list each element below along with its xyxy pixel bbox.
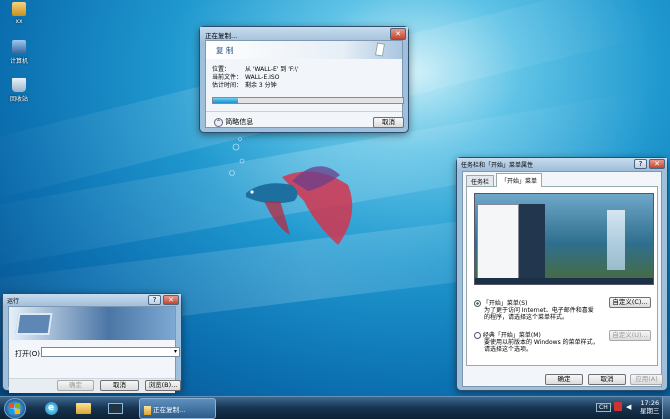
tab-label: 「开始」菜单 [501,178,538,185]
radio-classic-menu[interactable] [474,332,481,339]
preview-start-menu-left [477,204,519,282]
info-row-time: 估计时间： 剩余 3 分钟 [212,82,299,90]
info-value: 剩余 3 分钟 [245,82,277,89]
progress-fill [213,98,238,103]
ok-button[interactable]: 确定 [545,374,583,385]
info-label: 估计时间： [212,82,243,89]
customize-classic-button[interactable]: 自定义(U)... [609,330,651,341]
option-description: 的程序，请选择这个菜单样式。 [484,314,569,321]
option-description: 为了更于访问 Internet、电子邮件和喜爱 [484,307,594,314]
help-button[interactable]: ? [148,295,161,305]
user-folder-icon [12,2,26,16]
info-value: 从 'WALL-E' 到 'F:\' [245,66,299,73]
document-icon [374,42,386,57]
taskbar: e 正在复制... CH ◀ 17:26 星期三 [0,396,670,419]
folder-icon [75,403,91,414]
windows-logo-icon [9,403,20,414]
security-flag-icon[interactable] [614,402,622,411]
taskbar-properties-dialog: 任务栏和「开始」菜单属性 ? ✕ 任务栏 「开始」菜单 「开始」菜单(S) 为了… [456,157,668,391]
language-indicator[interactable]: CH [596,403,611,412]
apply-button[interactable]: 应用(A) [630,374,663,385]
browse-button[interactable]: 浏览(B)... [145,380,181,391]
taskbar-media[interactable] [102,399,128,418]
tab-start-menu[interactable]: 「开始」菜单 [496,173,543,187]
details-toggle[interactable]: ⌃ 简略信息 [214,117,253,127]
clock-day: 星期三 [640,407,660,415]
volume-icon[interactable]: ◀ [626,403,631,411]
info-label: 位置： [212,66,231,73]
start-menu-preview [474,193,654,285]
close-button[interactable]: ✕ [649,159,665,169]
copy-info: 位置： 从 'WALL-E' 到 'F:\' 当前文件： WALL-E.ISO 估计… [212,66,299,90]
copy-dialog-body: 复 制 位置： 从 'WALL-E' 到 'F:\' 当前文件： WALL-E.IS… [205,40,404,128]
desktop-icon-computer[interactable]: 计算机 [6,40,32,65]
desktop-icon-user[interactable]: xx [6,2,32,25]
cancel-button[interactable]: 取消 [100,380,139,391]
desktop-icon-label: 计算机 [9,58,28,65]
media-window-icon [107,403,123,414]
betta-fish-wallpaper [229,137,353,245]
cancel-button[interactable]: 取消 [588,374,626,385]
taskbar-task-copying[interactable]: 正在复制... [139,398,216,419]
copy-progress-bar [212,97,404,104]
properties-titlebar[interactable]: 任务栏和「开始」菜单属性 ? ✕ [457,158,667,171]
info-row-file: 当前文件： WALL-E.ISO [212,74,299,82]
tab-taskbar[interactable]: 任务栏 [466,175,495,186]
divider [206,111,402,112]
info-label: 当前文件： [212,74,243,81]
option-label[interactable]: 「开始」菜单(S) [483,300,528,307]
ok-button[interactable]: 确定 [57,380,94,391]
internet-explorer-icon: e [44,402,58,415]
run-dialog: 运行 ? ✕ 打开(O)： ▾ 确定 取消 浏览(B)... [2,293,182,393]
window-title: 任务栏和「开始」菜单属性 [461,162,534,169]
run-dialog-body: 打开(O)： ▾ 确定 取消 浏览(B)... [8,306,181,393]
chevron-down-icon[interactable]: ▾ [174,348,177,355]
desktop-icon-recycle[interactable]: 回收站 [6,78,32,103]
task-label: 正在复制... [153,406,186,414]
info-row-location: 位置： 从 'WALL-E' 到 'F:\' [212,66,299,74]
run-banner [9,307,175,340]
cancel-copy-button[interactable]: 取消 [373,117,404,128]
chevron-up-icon: ⌃ [214,118,223,127]
window-title: 正在复制... [205,32,238,40]
help-button[interactable]: ? [634,159,647,169]
recycle-bin-icon [12,78,26,92]
taskbar-explorer[interactable] [70,399,96,418]
info-value: WALL-E.ISO [245,74,280,81]
open-combobox[interactable]: ▾ [41,347,180,357]
properties-body: 任务栏 「开始」菜单 「开始」菜单(S) 为了更于访问 Internet、电子邮… [462,171,663,387]
desktop-icon-label: xx [15,18,23,25]
option-description: 请选择这个选项。 [484,346,533,353]
option-label[interactable]: 经典「开始」菜单(M) [483,332,541,339]
show-desktop-button[interactable] [662,397,670,419]
clock[interactable]: 17:26 星期三 [640,399,660,415]
run-window-icon [15,313,53,335]
tab-label: 任务栏 [471,179,490,186]
copy-dialog: 正在复制... ✕ 复 制 位置： 从 'WALL-E' 到 'F:\' 当前文件… [199,26,409,133]
close-button[interactable]: ✕ [163,295,179,305]
close-button[interactable]: ✕ [390,28,406,40]
desktop-icon-label: 回收站 [9,96,28,103]
details-label: 简略信息 [225,118,254,126]
preview-start-menu-right [519,204,545,282]
computer-icon [12,40,26,54]
preview-taskbar [475,278,653,284]
copy-header-banner: 复 制 [206,41,402,59]
clock-time: 17:26 [640,399,660,407]
customize-start-button[interactable]: 自定义(C)... [609,297,651,308]
copy-header-title: 复 制 [216,46,234,55]
start-orb[interactable] [4,398,26,419]
tab-page: 「开始」菜单(S) 为了更于访问 Internet、电子邮件和喜爱 的程序，请选… [466,186,658,366]
radio-start-menu[interactable] [474,300,481,307]
window-title: 运行 [7,298,20,305]
taskbar-ie[interactable]: e [38,399,64,418]
preview-waterfall [607,210,625,270]
folder-icon [144,405,151,415]
